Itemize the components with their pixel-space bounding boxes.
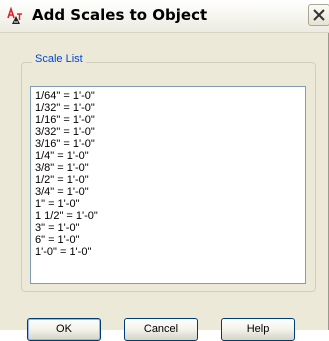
list-item[interactable]: 1/64" = 1'-0"	[35, 90, 305, 102]
scale-list-label: Scale List	[32, 53, 86, 65]
list-item[interactable]: 1/2" = 1'-0"	[35, 174, 305, 186]
list-item[interactable]: 1'-0" = 1'-0"	[35, 246, 305, 258]
scale-listbox[interactable]: 1/64" = 1'-0" 1/32" = 1'-0" 1/16" = 1'-0…	[30, 86, 306, 284]
title-bar[interactable]: Add Scales to Object	[0, 0, 329, 33]
autocad-annotative-icon	[6, 6, 26, 26]
list-item[interactable]: 3/32" = 1'-0"	[35, 126, 305, 138]
list-item[interactable]: 6" = 1'-0"	[35, 234, 305, 246]
list-item[interactable]: 1/4" = 1'-0"	[35, 150, 305, 162]
list-item[interactable]: 1 1/2" = 1'-0"	[35, 210, 305, 222]
list-item[interactable]: 3" = 1'-0"	[35, 222, 305, 234]
window-title: Add Scales to Object	[32, 6, 208, 24]
list-item[interactable]: 3/8" = 1'-0"	[35, 162, 305, 174]
list-item[interactable]: 1/16" = 1'-0"	[35, 114, 305, 126]
close-button[interactable]	[308, 4, 329, 26]
list-item[interactable]: 1/32" = 1'-0"	[35, 102, 305, 114]
add-scales-dialog: Add Scales to Object Scale List 1/64" = …	[0, 0, 329, 341]
list-item[interactable]: 3/16" = 1'-0"	[35, 138, 305, 150]
list-item[interactable]: 1" = 1'-0"	[35, 198, 305, 210]
list-item[interactable]: 3/4" = 1'-0"	[35, 186, 305, 198]
close-icon	[313, 9, 325, 21]
